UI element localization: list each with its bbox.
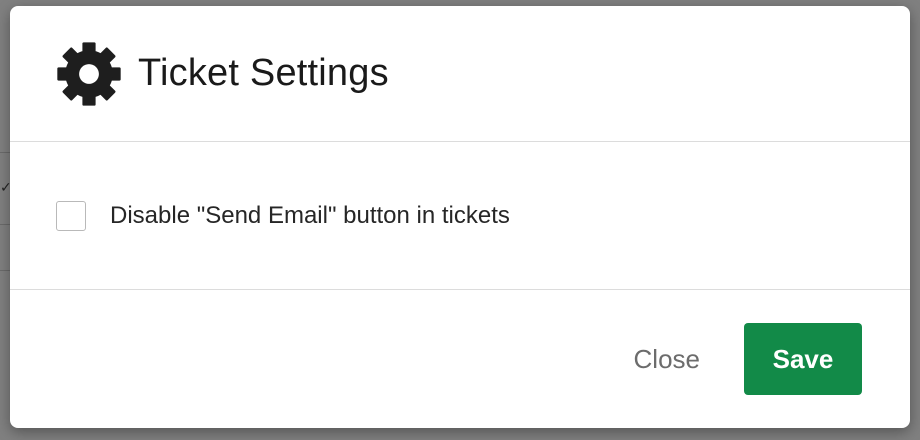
gear-icon (56, 41, 122, 107)
disable-send-email-label[interactable]: Disable "Send Email" button in tickets (110, 202, 510, 230)
disable-send-email-checkbox[interactable] (56, 200, 86, 231)
dialog-header: Ticket Settings (10, 6, 910, 142)
ticket-settings-dialog: Ticket Settings Disable "Send Email" but… (10, 6, 910, 428)
dialog-body: Disable "Send Email" button in tickets (10, 142, 910, 290)
dialog-title: Ticket Settings (138, 52, 389, 94)
dialog-footer: Close Save (10, 290, 910, 428)
close-button[interactable]: Close (634, 344, 700, 375)
save-button[interactable]: Save (744, 323, 862, 395)
